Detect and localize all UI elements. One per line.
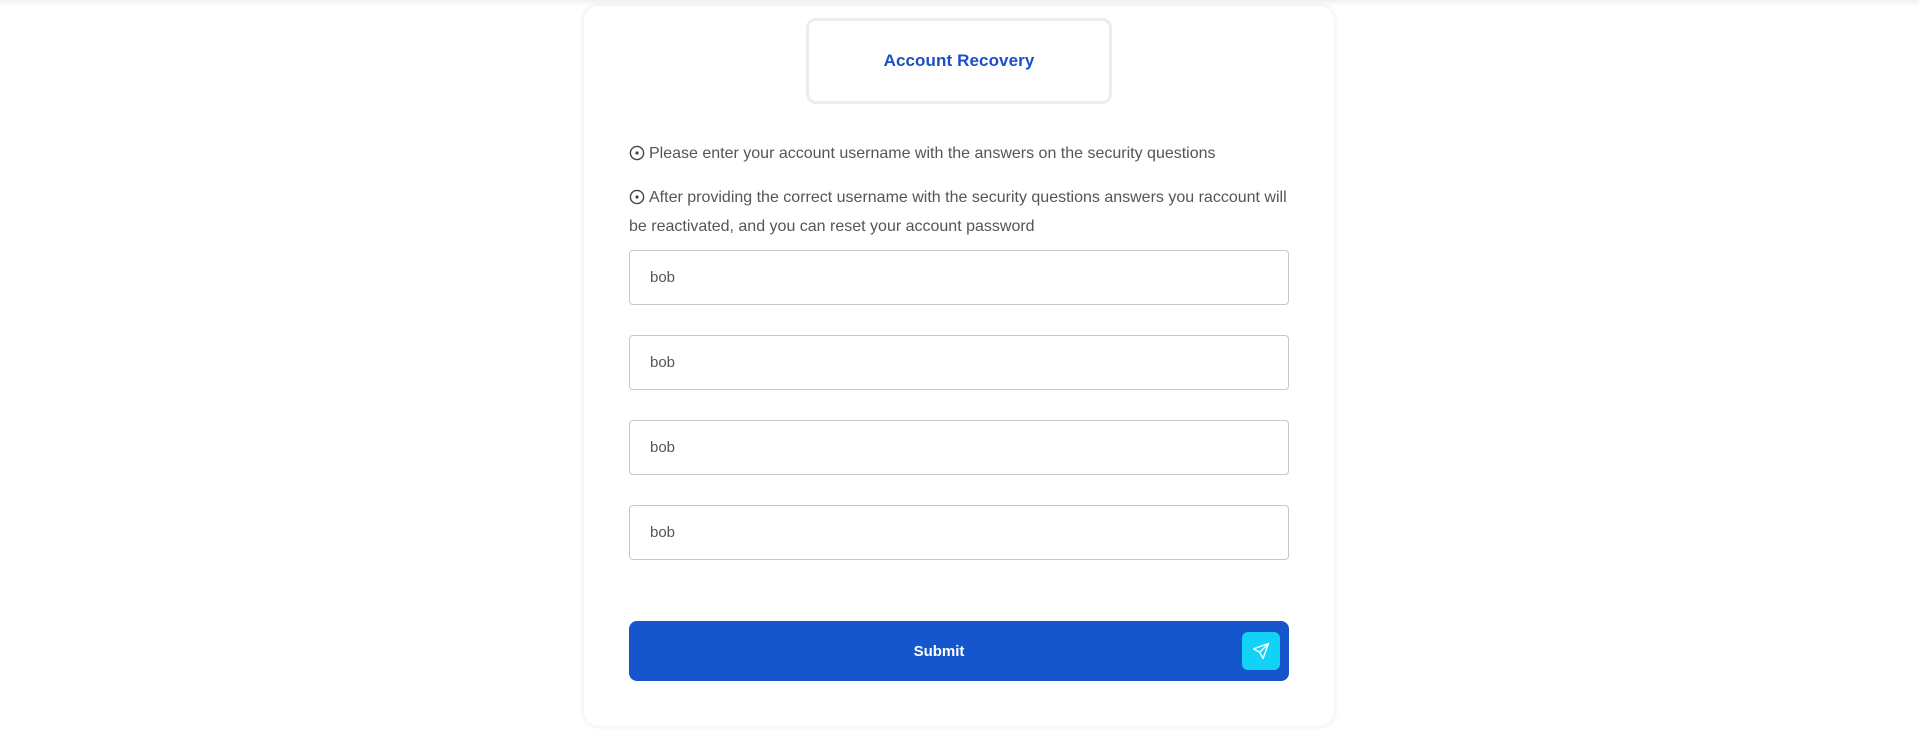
page-title: Account Recovery [883,51,1035,70]
send-icon [1252,642,1270,660]
recovery-card: Account Recovery Please enter your accou… [584,6,1334,726]
send-icon-badge [1242,632,1280,670]
username-field[interactable] [629,250,1289,305]
info-text-2: After providing the correct username wit… [629,189,1287,235]
security-answer-1-field[interactable] [629,335,1289,390]
submit-label: Submit [913,642,965,660]
security-answer-2-field[interactable] [629,420,1289,475]
title-box: Account Recovery [806,18,1112,104]
info-text-1: Please enter your account username with … [649,145,1216,162]
security-answer-3-field[interactable] [629,505,1289,560]
circle-dot-icon [629,186,645,205]
circle-dot-icon [629,142,645,161]
info-line-2: After providing the correct username wit… [629,183,1299,241]
submit-button[interactable]: Submit [629,621,1289,681]
info-line-1: Please enter your account username with … [629,139,1299,168]
